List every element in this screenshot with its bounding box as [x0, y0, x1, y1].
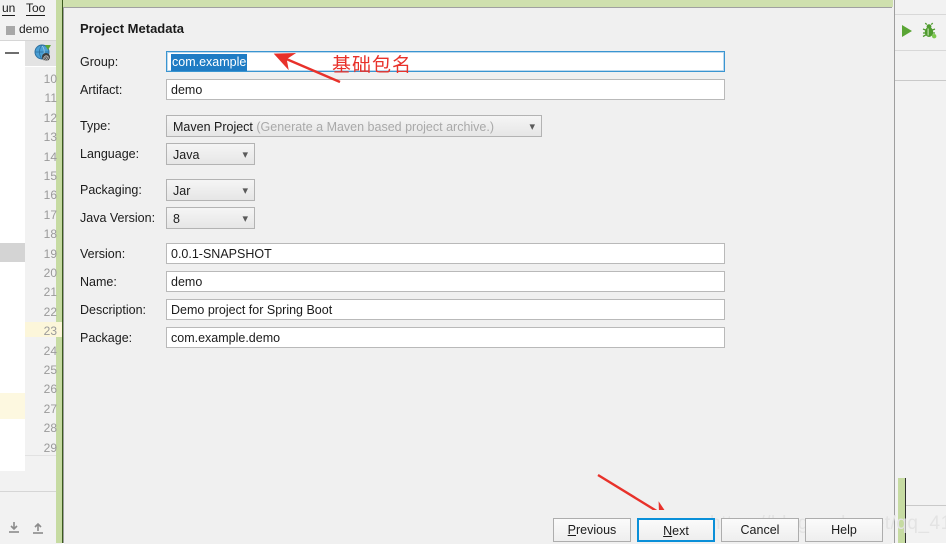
- export-down-arrow-icon[interactable]: [6, 520, 22, 536]
- gutter-line-number: 19: [43, 246, 57, 261]
- previous-button-mnemonic: P: [567, 523, 577, 537]
- gutter-line-number: 26: [43, 382, 57, 397]
- chevron-down-icon: ▾: [242, 149, 248, 161]
- type-combobox-value: Maven Project: [173, 120, 253, 134]
- description-input[interactable]: Demo project for Spring Boot: [166, 299, 725, 320]
- packaging-combobox-value: Jar: [173, 184, 191, 198]
- type-combobox[interactable]: Maven Project (Generate a Maven based pr…: [166, 115, 542, 137]
- gutter-line-number: 12: [43, 110, 57, 125]
- gutter-line-number: 11: [44, 91, 57, 106]
- package-input-value: com.example.demo: [171, 331, 281, 345]
- dialog-top-accent: [63, 0, 893, 7]
- next-button[interactable]: Next: [637, 518, 715, 542]
- minus-icon[interactable]: [5, 52, 19, 54]
- menu-item-run-label: un: [2, 1, 16, 16]
- version-input[interactable]: 0.0.1-SNAPSHOT: [166, 243, 725, 264]
- group-input-value: com.example: [171, 54, 248, 71]
- svg-text:@: @: [43, 56, 49, 62]
- gutter-line-number: 14: [43, 149, 57, 164]
- next-button-label: ext: [672, 524, 689, 538]
- gutter-line-number: 17: [43, 207, 57, 222]
- java-version-combobox[interactable]: 8 ▾: [166, 207, 255, 229]
- name-input-value: demo: [171, 275, 203, 289]
- gutter-line-number: 21: [43, 285, 57, 300]
- language-combobox[interactable]: Java ▾: [166, 143, 255, 165]
- gutter-line-number: 23: [43, 324, 57, 339]
- java-version-label: Java Version:: [80, 211, 156, 225]
- next-button-mnemonic: N: [663, 524, 673, 538]
- group-input[interactable]: com.example: [166, 51, 725, 72]
- page-title: Project Metadata: [80, 21, 185, 36]
- name-label: Name:: [80, 275, 117, 289]
- gutter-line-number: 22: [43, 304, 57, 319]
- debug-bug-icon[interactable]: [920, 22, 938, 43]
- gutter-line-number: 24: [43, 343, 57, 358]
- chevron-down-icon: ▾: [529, 121, 535, 133]
- right-panel-divider: [893, 80, 946, 81]
- group-label: Group:: [80, 55, 119, 69]
- cancel-button[interactable]: Cancel: [721, 518, 799, 542]
- globe-refresh-icon: @: [34, 44, 51, 62]
- right-panel-bottom-divider: [906, 505, 946, 506]
- package-label: Package:: [80, 331, 133, 345]
- gutter-line-number: 27: [43, 401, 57, 416]
- run-play-icon[interactable]: [900, 23, 914, 42]
- type-combobox-hint: (Generate a Maven based project archive.…: [256, 120, 495, 134]
- menu-item-tools[interactable]: Too: [26, 1, 46, 16]
- annotation-group-note: 基础包名: [332, 54, 413, 76]
- gutter-line-number: 18: [43, 227, 57, 242]
- package-input[interactable]: com.example.demo: [166, 327, 725, 348]
- gutter-line-number: 25: [43, 363, 57, 377]
- description-label: Description:: [80, 303, 146, 317]
- bottom-tool-strip: [0, 491, 62, 544]
- language-combobox-value: Java: [173, 148, 200, 162]
- gutter-line-number: 20: [43, 266, 57, 280]
- gutter-line-number: 15: [43, 169, 57, 183]
- gutter-line-number: 28: [43, 421, 57, 436]
- right-tool-panel: [893, 0, 946, 543]
- language-label: Language:: [80, 147, 140, 161]
- packaging-combobox[interactable]: Jar ▾: [166, 179, 255, 201]
- packaging-label: Packaging:: [80, 183, 142, 197]
- menu-bar: un Too: [0, 0, 62, 16]
- gutter-line-number: 16: [43, 188, 57, 203]
- artifact-input[interactable]: demo: [166, 79, 725, 100]
- version-label: Version:: [80, 247, 126, 261]
- gutter-line-number: 10: [43, 72, 57, 86]
- import-up-arrow-icon[interactable]: [30, 520, 46, 536]
- name-input[interactable]: demo: [166, 271, 725, 292]
- chevron-down-icon: ▾: [242, 185, 248, 197]
- description-input-value: Demo project for Spring Boot: [171, 303, 333, 317]
- java-version-combobox-value: 8: [173, 212, 180, 226]
- gutter-line-number: 29: [43, 440, 57, 455]
- type-label: Type:: [80, 119, 111, 133]
- editor-warning-band: [0, 393, 25, 419]
- previous-button[interactable]: Previous: [553, 518, 631, 542]
- gutter-line-number: 13: [43, 130, 57, 145]
- previous-button-label: revious: [576, 523, 617, 537]
- version-input-value: 0.0.1-SNAPSHOT: [171, 247, 272, 261]
- artifact-input-value: demo: [171, 83, 203, 97]
- menu-item-tools-label: Too: [26, 1, 46, 16]
- help-button[interactable]: Help: [805, 518, 883, 542]
- chevron-down-icon: ▾: [242, 213, 248, 225]
- project-name-label: demo: [19, 22, 50, 36]
- artifact-label: Artifact:: [80, 83, 123, 97]
- menu-item-run[interactable]: un: [2, 1, 16, 16]
- project-module-icon: [6, 26, 15, 35]
